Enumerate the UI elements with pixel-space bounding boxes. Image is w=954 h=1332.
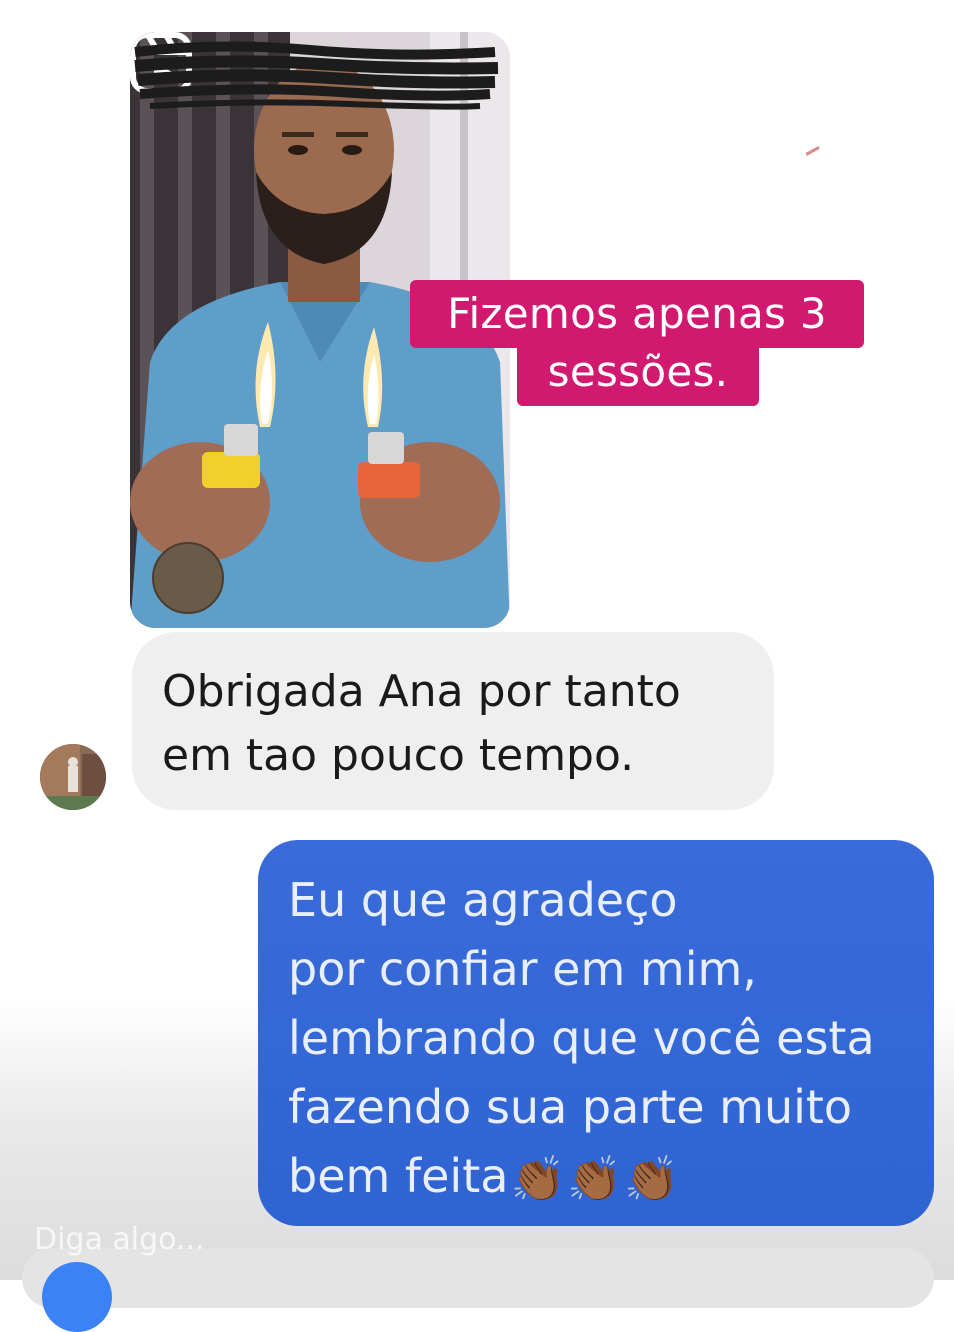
sent-line-5: bem feita👏🏾👏🏾👏🏾 — [288, 1142, 904, 1211]
clapping-hands-icon: 👏🏾 — [624, 1153, 679, 1205]
sent-message[interactable]: Eu que agradeço por confiar em mim, lemb… — [258, 840, 934, 1226]
stray-mark — [806, 146, 820, 156]
clapping-hands-icon: 👏🏾 — [510, 1153, 566, 1205]
sent-line-4: fazendo sua parte muito — [288, 1080, 853, 1134]
caption-line-2: sessões. — [517, 338, 759, 406]
sent-line-3: lembrando que você esta — [288, 1011, 875, 1065]
received-line-2: em tao pouco tempo. — [162, 730, 635, 781]
sent-line-2: por confiar em mim, — [288, 942, 757, 996]
sent-line-1: Eu que agradeço — [288, 873, 678, 927]
received-line-1: Obrigada Ana por tanto — [162, 666, 681, 717]
clapping-hands-icon: 👏🏾 — [567, 1153, 623, 1205]
contact-avatar-image — [40, 744, 106, 810]
camera-button[interactable] — [42, 1262, 112, 1332]
reel-author-avatar — [152, 542, 224, 614]
redaction-scribble — [134, 41, 499, 110]
contact-avatar[interactable] — [40, 744, 106, 810]
message-input[interactable] — [32, 1216, 336, 1262]
received-message[interactable]: Obrigada Ana por tanto em tao pouco temp… — [132, 632, 774, 810]
sent-line-5-text: bem feita — [288, 1149, 509, 1203]
